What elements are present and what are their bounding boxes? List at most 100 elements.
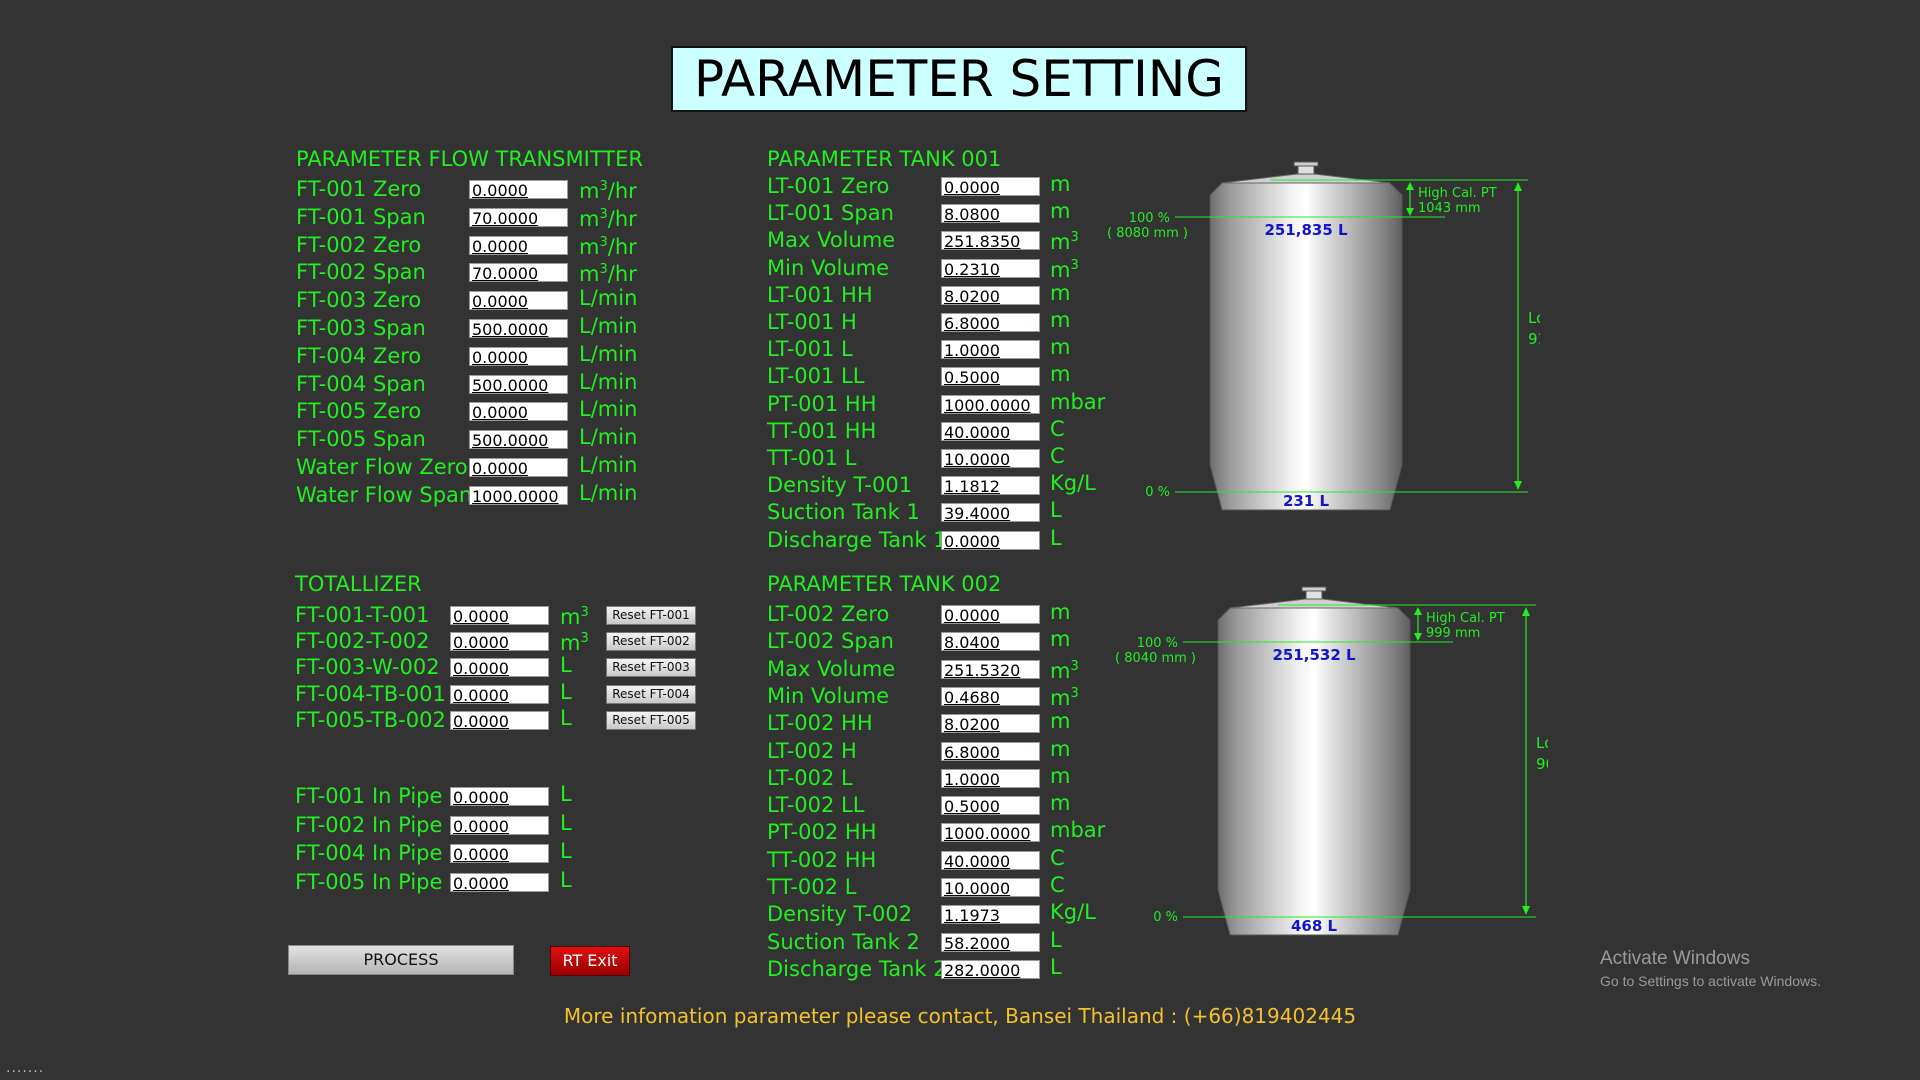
- lt-001-zero-unit: m: [1050, 172, 1070, 196]
- ft-001-t-001-unit: m3: [560, 601, 589, 629]
- pt-001-hh-field[interactable]: 1000.0000: [941, 394, 1040, 414]
- unit-text: m: [579, 206, 600, 231]
- lt-002-hh-field[interactable]: 8.0200: [941, 714, 1040, 734]
- density-t-001-field[interactable]: 1.1812: [941, 476, 1040, 496]
- unit-text: L: [560, 653, 572, 678]
- tt-001-hh-field[interactable]: 40.0000: [941, 421, 1040, 441]
- ft-005-span-label: FT-005 Span: [296, 427, 426, 452]
- lt-001-span-field[interactable]: 8.0800: [941, 204, 1040, 224]
- ft-001-span-label: FT-001 Span: [296, 204, 426, 229]
- tt-002-hh-label: TT-002 HH: [767, 847, 877, 872]
- tt-001-hh-label: TT-001 HH: [767, 418, 877, 443]
- ft-004-in-pipe-field[interactable]: 0.0000: [450, 844, 549, 863]
- discharge-tank-1-label: Discharge Tank 1: [767, 527, 947, 552]
- ft-001-in-pipe-unit: L: [560, 782, 572, 806]
- pt-002-hh-field[interactable]: 1000.0000: [941, 823, 1040, 843]
- lt-001-ll-field[interactable]: 0.5000: [941, 367, 1040, 387]
- ft-001-span-field[interactable]: 70.0000: [469, 207, 568, 227]
- suction-tank-2-field[interactable]: 58.2000: [941, 932, 1040, 952]
- ft-004-span-field[interactable]: 500.0000: [469, 374, 568, 394]
- rt-exit-button[interactable]: RT Exit: [550, 946, 630, 976]
- tt-002-l-field[interactable]: 10.0000: [941, 878, 1040, 897]
- unit-text: m: [1050, 763, 1071, 788]
- ft-005-zero-field[interactable]: 0.0000: [469, 402, 568, 422]
- ft-005-tb-002-field[interactable]: 0.0000: [450, 710, 549, 730]
- low-cal-pt-label: Low Cal. PT: [1536, 734, 1548, 752]
- ft-002-in-pipe-field[interactable]: 0.0000: [450, 815, 549, 835]
- max-volume-field[interactable]: 251.5320: [941, 659, 1040, 679]
- tt-001-l-field[interactable]: 10.0000: [941, 449, 1040, 468]
- ft-001-zero-field[interactable]: 0.0000: [469, 180, 568, 199]
- tank-nozzle-cap-shape: [1293, 161, 1319, 167]
- ft-002-span-field[interactable]: 70.0000: [469, 263, 568, 283]
- unit-text: m: [1050, 627, 1071, 652]
- low-cal-pt-label: Low Cal. PT: [1528, 309, 1540, 327]
- ft-004-tb-001-field[interactable]: 0.0000: [450, 684, 549, 704]
- tank-nozzle-shape: [1305, 590, 1323, 600]
- water-flow-zero-field[interactable]: 0.0000: [469, 458, 568, 477]
- reset-ft-001-t-001-button[interactable]: Reset FT-001: [606, 606, 696, 625]
- min-volume-field[interactable]: 0.2310: [941, 258, 1040, 278]
- ft-001-in-pipe-field[interactable]: 0.0000: [450, 787, 549, 806]
- lt-002-span-field[interactable]: 8.0400: [941, 632, 1040, 652]
- min-volume-unit: m3: [1050, 682, 1079, 710]
- ft-003-zero-field[interactable]: 0.0000: [469, 291, 568, 311]
- min-volume-label: Min Volume: [767, 255, 890, 280]
- discharge-tank-1-field[interactable]: 0.0000: [941, 530, 1040, 550]
- ft-003-span-field[interactable]: 500.0000: [469, 319, 568, 338]
- ft-005-in-pipe-unit: L: [560, 868, 572, 892]
- lt-002-ll-field[interactable]: 0.5000: [941, 796, 1040, 816]
- lt-002-ll-label: LT-002 LL: [767, 793, 865, 818]
- pt-001-hh-unit: mbar: [1050, 390, 1105, 414]
- tt-002-hh-field[interactable]: 40.0000: [941, 850, 1040, 870]
- ft-001-t-001-label: FT-001-T-001: [295, 603, 430, 627]
- lt-002-span-label: LT-002 Span: [767, 629, 894, 654]
- unit-text: C: [1050, 845, 1065, 870]
- suction-tank-1-field[interactable]: 39.4000: [941, 503, 1040, 523]
- unit-superscript: 3: [1070, 658, 1079, 674]
- unit-text: m: [1050, 736, 1071, 761]
- water-flow-span-field[interactable]: 1000.0000: [469, 485, 568, 505]
- high-cal-arrow-head-up: [1406, 182, 1414, 190]
- reset-ft-003-w-002-button[interactable]: Reset FT-003: [606, 658, 696, 678]
- reset-ft-004-tb-001-button[interactable]: Reset FT-004: [606, 684, 696, 704]
- reset-ft-005-tb-002-button[interactable]: Reset FT-005: [606, 710, 696, 730]
- lt-001-l-field[interactable]: 1.0000: [941, 340, 1040, 360]
- tank-level-100-label: 100 %: [1137, 636, 1178, 651]
- max-volume-label: Max Volume: [767, 656, 896, 681]
- ft-005-in-pipe-field[interactable]: 0.0000: [450, 872, 549, 892]
- discharge-tank-2-field[interactable]: 282.0000: [941, 959, 1040, 979]
- ft-002-t-002-field[interactable]: 0.0000: [450, 632, 549, 652]
- unit-suffix: /hr: [607, 206, 637, 231]
- ft-004-in-pipe-label: FT-004 In Pipe: [295, 841, 443, 865]
- pt-002-hh-label: PT-002 HH: [767, 820, 877, 845]
- tank-level-0-label: 0 %: [1145, 485, 1170, 500]
- ft-004-zero-field[interactable]: 0.0000: [469, 346, 568, 366]
- lt-001-zero-field[interactable]: 0.0000: [941, 177, 1040, 196]
- max-volume-field[interactable]: 251.8350: [941, 231, 1040, 251]
- ft-004-tb-001-unit: L: [560, 680, 572, 704]
- suction-tank-1-unit: L: [1050, 498, 1062, 522]
- unit-text: L: [1050, 525, 1062, 550]
- lt-002-hh-label: LT-002 HH: [767, 711, 873, 736]
- reset-ft-002-t-002-button[interactable]: Reset FT-002: [606, 632, 696, 652]
- unit-text: m: [1050, 709, 1071, 734]
- process-button[interactable]: PROCESS: [288, 945, 514, 975]
- lt-001-h-field[interactable]: 6.8000: [941, 313, 1040, 332]
- ft-003-w-002-field[interactable]: 0.0000: [450, 658, 549, 678]
- ft-001-t-001-field[interactable]: 0.0000: [450, 606, 549, 625]
- low-cal-pt-value: 9123 mm: [1528, 330, 1540, 348]
- lt-001-hh-field[interactable]: 8.0200: [941, 285, 1040, 305]
- density-t-002-field[interactable]: 1.1973: [941, 905, 1040, 925]
- tank-max-volume-label: 251,835 L: [1264, 221, 1348, 239]
- ft-002-zero-field[interactable]: 0.0000: [469, 235, 568, 255]
- unit-text: L: [560, 867, 572, 892]
- lt-002-l-field[interactable]: 1.0000: [941, 768, 1040, 788]
- lt-002-h-field[interactable]: 6.8000: [941, 741, 1040, 761]
- lt-002-zero-field[interactable]: 0.0000: [941, 605, 1040, 624]
- unit-text: m: [1050, 308, 1071, 332]
- activate-windows-subtitle: Go to Settings to activate Windows.: [1600, 973, 1821, 989]
- ft-005-span-field[interactable]: 500.0000: [469, 430, 568, 450]
- min-volume-field[interactable]: 0.4680: [941, 686, 1040, 706]
- ft-005-tb-002-label: FT-005-TB-002: [295, 707, 446, 732]
